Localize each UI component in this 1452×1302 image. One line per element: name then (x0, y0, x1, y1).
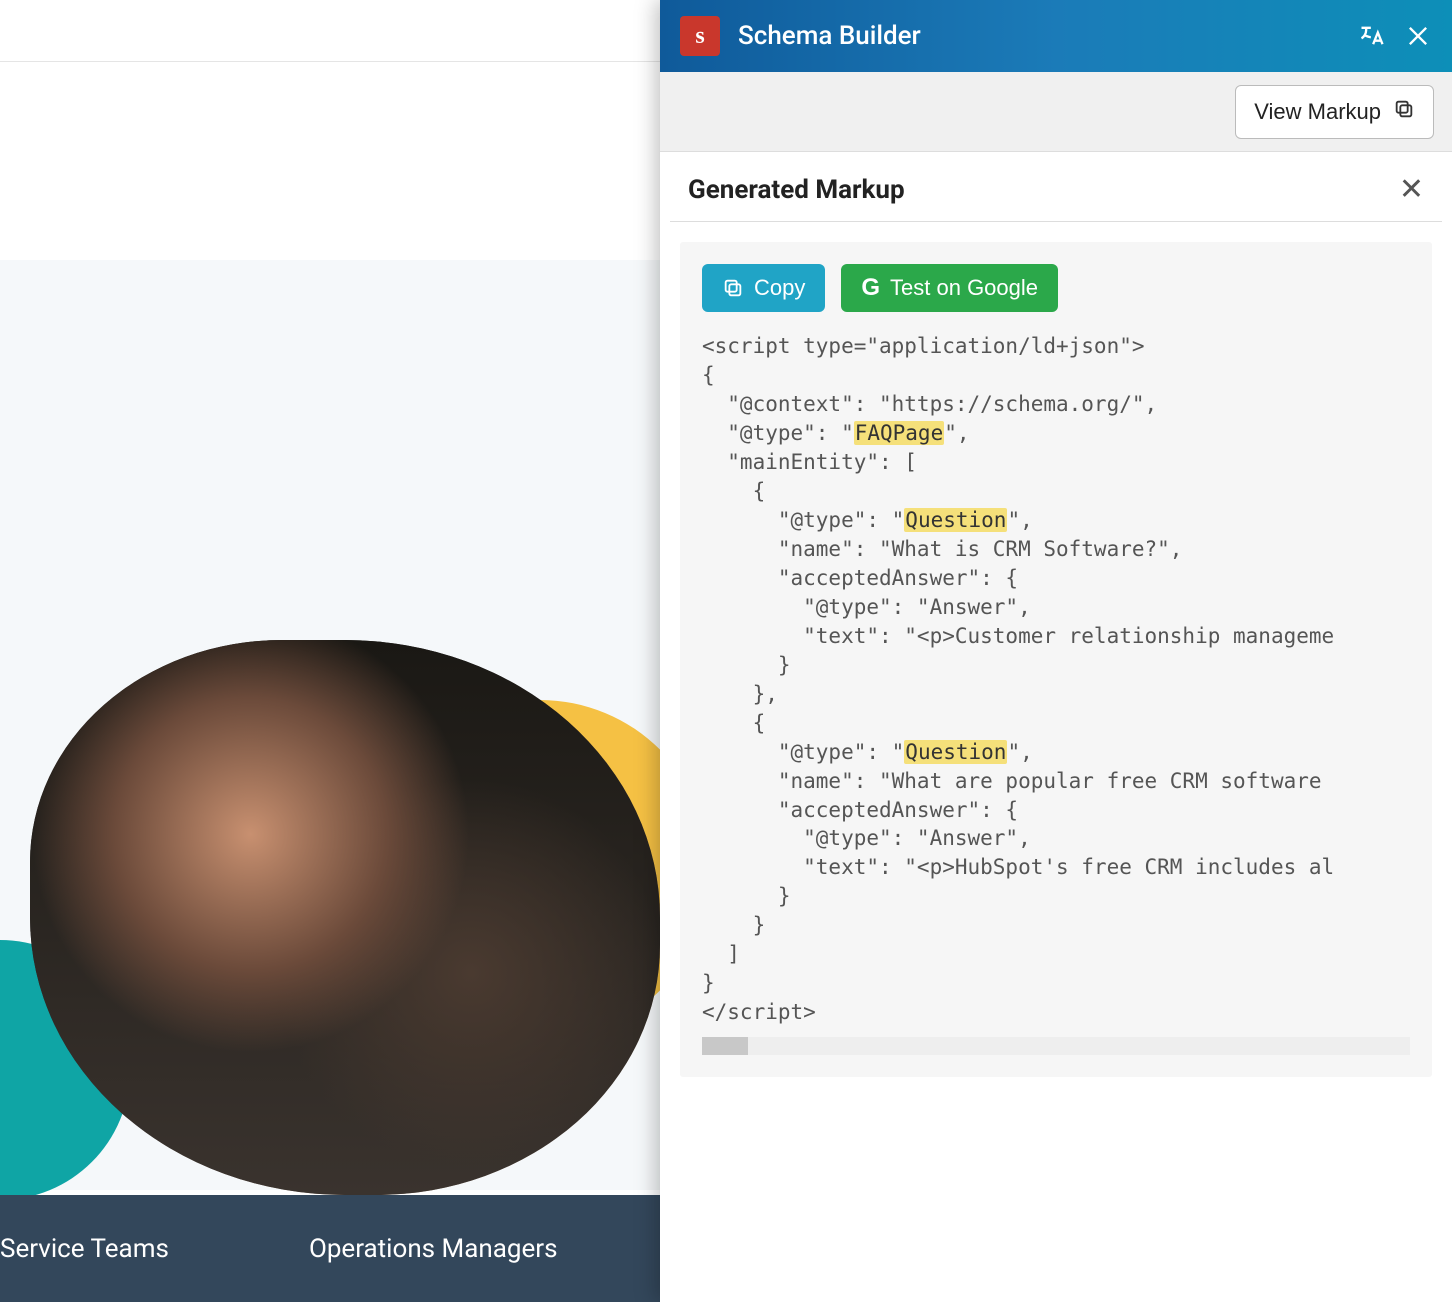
close-section-icon[interactable]: ✕ (1399, 172, 1424, 207)
section-header: Generated Markup ✕ (670, 152, 1442, 222)
section-title: Generated Markup (688, 175, 905, 205)
action-buttons: Copy G Test on Google (702, 264, 1410, 312)
view-markup-button[interactable]: View Markup (1235, 85, 1434, 139)
panel-title: Schema Builder (738, 21, 1340, 51)
google-icon: G (861, 274, 880, 302)
highlight-faqpage: FAQPage (854, 421, 945, 445)
generated-code[interactable]: <script type="application/ld+json"> { "@… (702, 332, 1410, 1027)
view-markup-label: View Markup (1254, 99, 1381, 125)
panel-header: s Schema Builder (660, 0, 1452, 72)
translate-icon[interactable] (1358, 22, 1386, 50)
panel-toolbar: View Markup (660, 72, 1452, 152)
close-panel-icon[interactable] (1404, 22, 1432, 50)
test-google-button[interactable]: G Test on Google (841, 264, 1058, 312)
hero-photo (30, 640, 660, 1195)
copy-stack-icon (1393, 98, 1415, 126)
highlight-question-1: Question (904, 508, 1007, 532)
copy-label: Copy (754, 275, 805, 301)
markup-container: Copy G Test on Google <script type="appl… (680, 242, 1432, 1077)
highlight-question-2: Question (904, 740, 1007, 764)
google-label: Test on Google (890, 275, 1038, 301)
app-logo: s (680, 16, 720, 56)
copy-icon (722, 277, 744, 299)
footer-col-service[interactable]: Service Teams (0, 1234, 169, 1264)
scrollbar-thumb[interactable] (702, 1037, 748, 1055)
copy-button[interactable]: Copy (702, 264, 825, 312)
footer-col-ops[interactable]: Operations Managers (309, 1234, 558, 1264)
schema-builder-panel: s Schema Builder View Markup Generated M… (660, 0, 1452, 1302)
horizontal-scrollbar[interactable] (702, 1037, 1410, 1055)
panel-body: Copy G Test on Google <script type="appl… (660, 222, 1452, 1302)
footer-strip: Service Teams Operations Managers (0, 1195, 660, 1302)
